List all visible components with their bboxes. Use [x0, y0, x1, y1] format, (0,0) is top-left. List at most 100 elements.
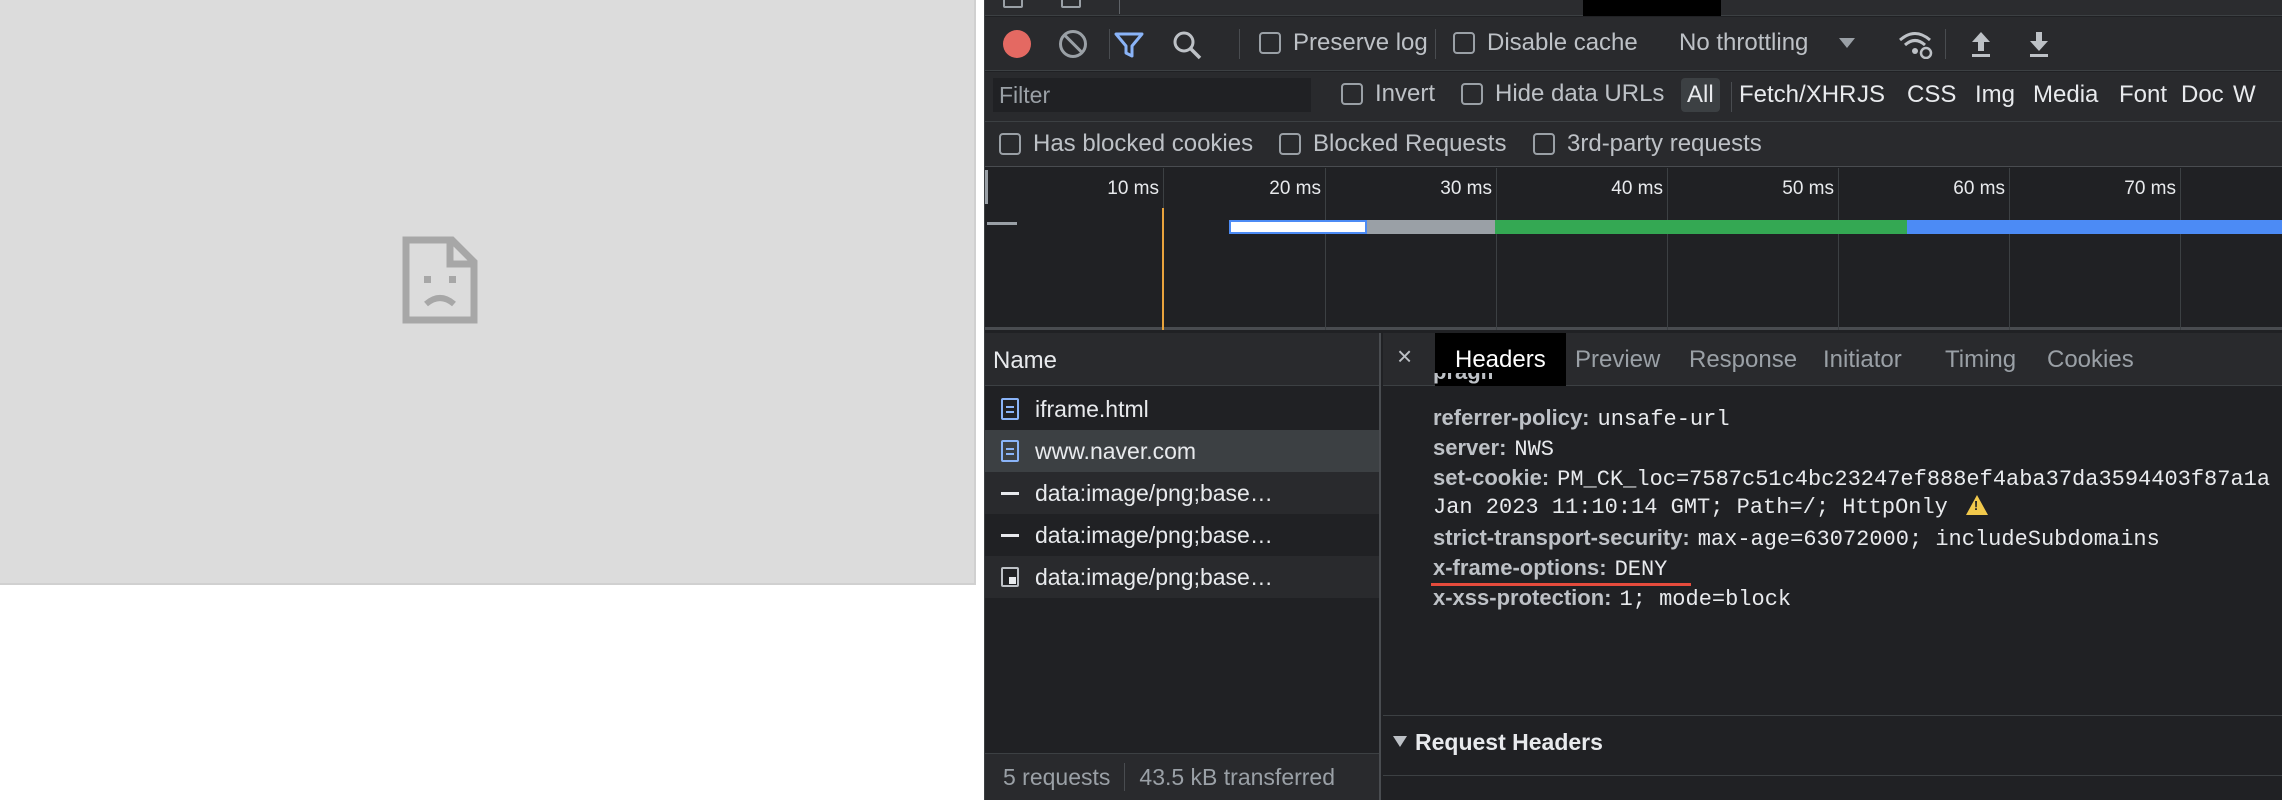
- import-har-icon[interactable]: [1969, 29, 1993, 59]
- dom-content-loaded-marker: [1162, 208, 1164, 330]
- preserve-log-label: Preserve log: [1293, 29, 1428, 56]
- third-party-requests-checkbox[interactable]: 3rd-party requests: [1533, 130, 1762, 158]
- tick-line: [1325, 168, 1326, 330]
- type-filter-css[interactable]: CSS: [1901, 78, 1962, 112]
- filter-icon[interactable]: [1113, 29, 1145, 61]
- tabbar-divider: [1119, 0, 1120, 14]
- checkbox-box[interactable]: [1533, 133, 1555, 155]
- type-filter-font[interactable]: Font: [2113, 78, 2173, 112]
- hide-data-urls-label: Hide data URLs: [1495, 80, 1665, 107]
- request-row[interactable]: iframe.html: [985, 388, 1379, 430]
- hide-data-urls-checkbox[interactable]: Hide data URLs: [1461, 80, 1664, 108]
- toolbar-divider: [1239, 29, 1240, 59]
- type-filter-all[interactable]: All: [1681, 78, 1720, 112]
- network-overview-timeline[interactable]: 10 ms 20 ms 30 ms 40 ms 50 ms 60 ms 70 m…: [985, 168, 2282, 330]
- devtools-panel: Preserve log Disable cache No throttling: [984, 0, 2282, 800]
- request-row[interactable]: data:image/png;base…: [985, 514, 1379, 556]
- network-toolbar: Preserve log Disable cache No throttling: [985, 17, 2282, 71]
- chevron-down-icon: [1839, 38, 1856, 48]
- broken-document-icon: [402, 236, 478, 324]
- network-conditions-icon[interactable]: [1897, 29, 1933, 59]
- invert-checkbox[interactable]: Invert: [1341, 80, 1435, 108]
- image-icon: [1001, 567, 1019, 587]
- tick-line: [1496, 168, 1497, 330]
- filter-input[interactable]: [993, 78, 1311, 112]
- has-blocked-cookies-checkbox[interactable]: Has blocked cookies: [999, 130, 1253, 158]
- header-name: strict-transport-security:: [1433, 525, 1690, 550]
- column-header-name[interactable]: Name: [985, 333, 1379, 386]
- overview-range-handle[interactable]: [985, 170, 988, 204]
- request-row[interactable]: data:image/png;base…: [985, 472, 1379, 514]
- toolbar-divider: [1731, 82, 1732, 112]
- triangle-down-icon: [1393, 736, 1407, 747]
- type-filter-ws[interactable]: W: [2227, 78, 2262, 112]
- devtools-top-tabbar: [985, 0, 2282, 16]
- blocked-requests-checkbox[interactable]: Blocked Requests: [1279, 130, 1506, 158]
- tick-line: [2180, 168, 2181, 330]
- has-blocked-cookies-label: Has blocked cookies: [1033, 130, 1254, 157]
- throttling-value: No throttling: [1679, 29, 1809, 56]
- search-icon[interactable]: [1171, 29, 1203, 61]
- header-name: x-xss-protection:: [1433, 585, 1612, 610]
- iframe-area: [0, 0, 976, 585]
- clear-icon[interactable]: [1059, 30, 1087, 58]
- checkbox-box[interactable]: [1461, 83, 1483, 105]
- header-value: 1; mode=block: [1619, 587, 1792, 612]
- tick-label: 40 ms: [1611, 178, 1663, 199]
- type-filter-img[interactable]: Img: [1969, 78, 2021, 112]
- tab-timing[interactable]: Timing: [1925, 333, 2036, 386]
- line-icon: [1001, 491, 1019, 495]
- highlight-underline: [1431, 583, 1691, 586]
- tick-line: [1838, 168, 1839, 330]
- request-headers-section-toggle[interactable]: Request Headers: [1393, 729, 1603, 756]
- waterfall-waiting-segment: [1495, 220, 1907, 234]
- request-row[interactable]: data:image/png;base…: [985, 556, 1379, 598]
- tab-initiator[interactable]: Initiator: [1803, 333, 1922, 386]
- tick-label: 30 ms: [1440, 178, 1492, 199]
- checkbox-box[interactable]: [1341, 83, 1363, 105]
- preserve-log-checkbox[interactable]: Preserve log: [1259, 29, 1428, 57]
- close-icon[interactable]: ×: [1397, 341, 1412, 372]
- section-divider: [1383, 715, 2282, 716]
- export-har-icon[interactable]: [2027, 29, 2051, 59]
- header-name: server:: [1433, 435, 1507, 460]
- tick-label: 60 ms: [1953, 178, 2005, 199]
- checkbox-box[interactable]: [1453, 32, 1475, 54]
- toolbar-divider: [1945, 29, 1946, 59]
- tab-preview[interactable]: Preview: [1555, 333, 1680, 386]
- type-filter-js[interactable]: JS: [1851, 78, 1891, 112]
- header-row: referrer-policy: unsafe-url: [1433, 405, 1730, 432]
- type-filter-media[interactable]: Media: [2027, 78, 2104, 112]
- checkbox-box[interactable]: [1259, 32, 1281, 54]
- tick-line: [1667, 168, 1668, 330]
- header-row: strict-transport-security: max-age=630720…: [1433, 525, 2160, 552]
- line-icon: [1001, 533, 1019, 537]
- filter-bar: Invert Hide data URLs All Fetch/XHR JS C…: [985, 72, 2282, 122]
- toolbar-divider: [1435, 29, 1436, 59]
- tab-network[interactable]: [1583, 0, 1721, 16]
- disable-cache-label: Disable cache: [1487, 29, 1638, 56]
- third-party-requests-label: 3rd-party requests: [1567, 130, 1762, 157]
- type-filter-doc[interactable]: Doc: [2175, 78, 2230, 112]
- checkbox-box[interactable]: [999, 133, 1021, 155]
- inspect-element-icon[interactable]: [1003, 0, 1023, 8]
- waterfall-queueing-segment: [1229, 220, 1367, 234]
- header-value: DENY: [1614, 557, 1668, 582]
- request-name: iframe.html: [1035, 395, 1149, 422]
- blocked-filter-bar: Has blocked cookies Blocked Requests 3rd…: [985, 122, 2282, 167]
- throttling-select[interactable]: No throttling: [1679, 29, 1856, 57]
- checkbox-box[interactable]: [1279, 133, 1301, 155]
- record-button[interactable]: [1003, 30, 1031, 58]
- disable-cache-checkbox[interactable]: Disable cache: [1453, 29, 1638, 57]
- tab-cookies[interactable]: Cookies: [2027, 333, 2154, 386]
- document-icon: [1001, 440, 1019, 462]
- set-cookie-continuation: Jan 2023 11:10:14 GMT; Path=/; HttpOnly: [1433, 495, 1948, 520]
- tab-response[interactable]: Response: [1669, 333, 1817, 386]
- request-row[interactable]: www.naver.com: [985, 430, 1379, 472]
- request-name: www.naver.com: [1035, 437, 1197, 464]
- detail-tabbar: × Headers Preview Response Initiator Tim…: [1383, 333, 2282, 386]
- type-filter-fetch-xhr[interactable]: Fetch/XHR: [1733, 78, 1862, 112]
- status-bar: 5 requests 43.5 kB transferred: [985, 753, 1379, 800]
- warning-icon[interactable]: [1965, 495, 1988, 515]
- device-toolbar-icon[interactable]: [1061, 0, 1081, 8]
